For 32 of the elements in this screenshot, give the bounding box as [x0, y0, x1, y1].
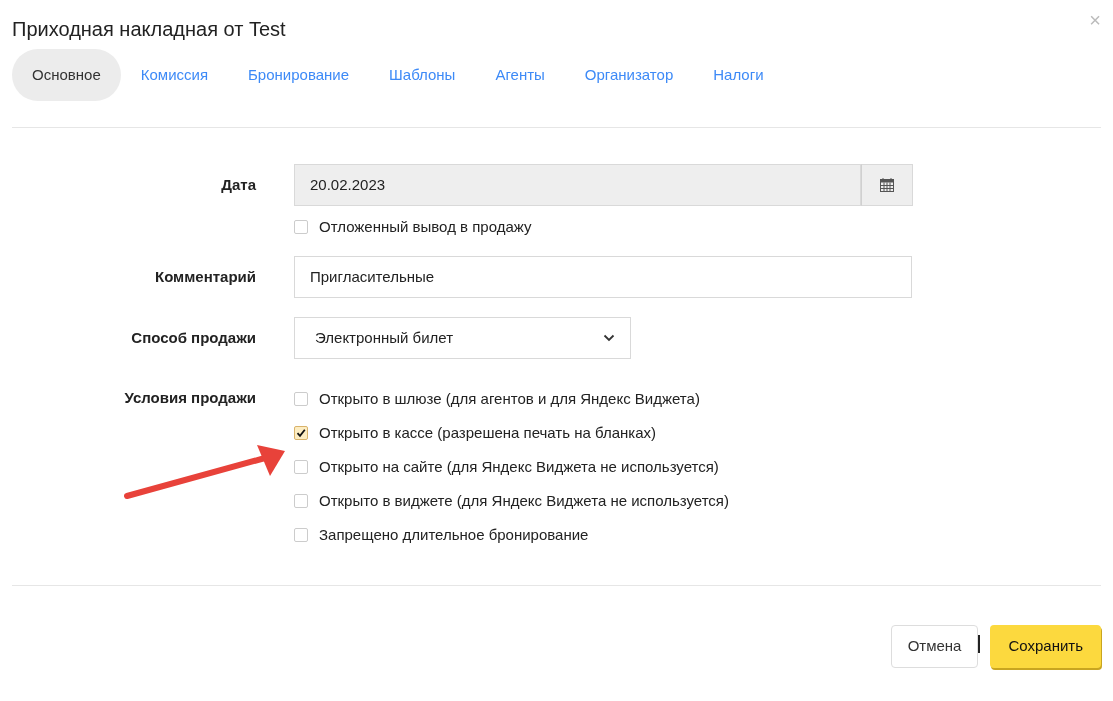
checkbox-label: Отложенный вывод в продажу	[319, 216, 532, 237]
select-field[interactable]: Электронный билет	[294, 317, 631, 359]
dialog-title: Приходная накладная от Test	[12, 17, 286, 42]
tab[interactable]: Организатор	[564, 48, 694, 101]
checkbox-label: Открыто в кассе (разрешена печать на бланках)	[319, 422, 657, 443]
tab[interactable]: Налоги	[693, 48, 784, 101]
checkbox-label: Открыто в шлюзе (для агентов и для Яндекс Виджета)	[319, 388, 700, 409]
checkbox[interactable]	[294, 494, 308, 508]
checkbox-label: Открыто на сайте (для Яндекс Виджета не используется)	[319, 456, 719, 477]
tab[interactable]: Основное	[12, 48, 121, 101]
tab[interactable]: Агенты	[475, 48, 565, 101]
field-label: Комментарий	[154, 267, 257, 287]
checkbox[interactable]	[294, 460, 308, 474]
tab[interactable]: Шаблоны	[369, 48, 476, 101]
chevron-icon	[603, 334, 615, 342]
checkbox-label: Запрещено длительное бронирование	[319, 524, 589, 545]
field-label: Способ продажи	[130, 328, 257, 348]
comment-field[interactable]: Пригласительные	[294, 256, 912, 298]
save-button[interactable]: Сохранить	[990, 625, 1101, 668]
checkbox[interactable]	[294, 528, 308, 542]
checkbox[interactable]	[294, 426, 308, 440]
tab[interactable]: Комиссия	[120, 48, 228, 101]
calendar-icon	[879, 177, 895, 193]
close-button[interactable]: ×	[1089, 10, 1101, 30]
checkbox[interactable]	[294, 392, 308, 406]
calendar-button[interactable]	[861, 164, 913, 206]
tab[interactable]: Бронирование	[228, 48, 370, 101]
checkbox-label: Открыто в виджете (для Яндекс Виджета не используется)	[319, 490, 729, 511]
field-label: Условия продажи	[123, 388, 257, 408]
cancel-button[interactable]: Отмена	[890, 625, 979, 668]
field-label: Дата	[220, 175, 257, 195]
checkbox[interactable]	[294, 220, 308, 234]
